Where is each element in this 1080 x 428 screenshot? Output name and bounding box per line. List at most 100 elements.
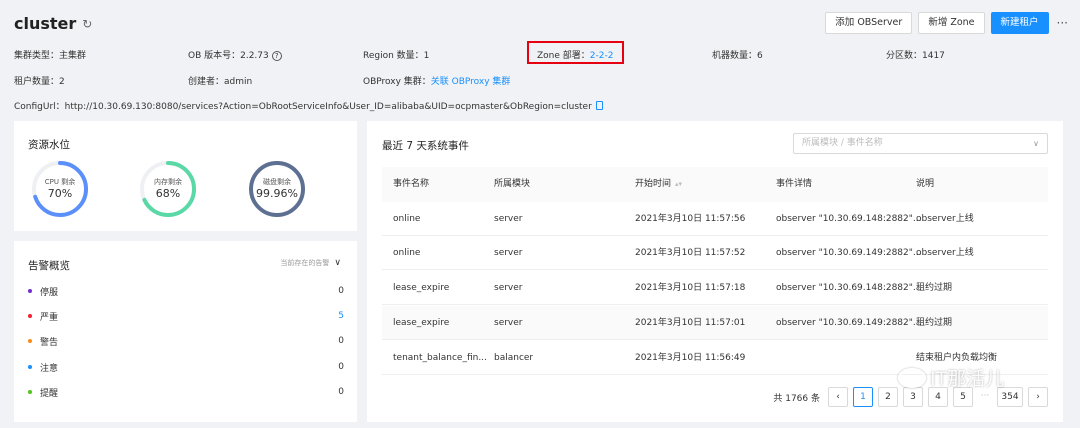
column-header-detail: 事件详情 [776,179,813,189]
page-button[interactable]: 2 [878,387,898,407]
alert-item[interactable]: 警告 0 [28,334,344,348]
obproxy-cluster: OBProxy 集群：关联 OBProxy 集群 [363,74,510,87]
cpu-gauge-label: CPU 剩余 [44,178,76,186]
page-button[interactable]: 1 [853,387,873,407]
disk-gauge: 磁盘剩余 99.96% [247,159,307,219]
event-description: 租约过期 [916,283,953,293]
alert-item[interactable]: 停服 0 [28,284,344,298]
event-name: online [393,214,421,224]
alert-dot [28,390,32,394]
event-module: server [494,283,523,293]
refresh-icon[interactable]: ↻ [82,17,92,31]
obproxy-link[interactable]: 关联 OBProxy 集群 [431,77,511,87]
event-description: 租约过期 [916,318,953,328]
event-search-placeholder: 所属模块 / 事件名称 [802,138,883,148]
cluster-header: cluster ↻ 添加 OBServer 新增 Zone 新建租户 ··· 集… [0,0,1080,118]
resource-title: 资源水位 [28,139,70,151]
event-detail: observer "10.30.69.149:2882"... [776,248,922,258]
config-url: ConfigUrl：http://10.30.69.130:8080/servi… [14,99,603,112]
disk-gauge-value: 99.96% [256,187,298,200]
alert-item[interactable]: 提醒 0 [28,385,344,399]
event-start-time: 2021年3月10日 11:56:49 [635,353,746,363]
alert-item-label: 严重 [40,312,59,323]
pagination-total: 共 1766 条 [773,393,820,404]
table-row[interactable]: online server 2021年3月10日 11:57:52 observ… [382,236,1048,270]
column-header-module: 所属模块 [494,179,531,189]
disk-gauge-label: 磁盘剩余 [263,178,291,186]
watermark: IT那活儿 [898,364,1004,391]
prev-page-button[interactable]: ‹ [828,387,848,407]
zone-highlight-box [527,41,624,64]
ob-version: OB 版本号：2.2.73? [188,48,282,61]
alert-dot [28,289,32,293]
events-title: 最近 7 天系统事件 [382,140,469,152]
table-row[interactable]: lease_expire server 2021年3月10日 11:57:18 … [382,271,1048,305]
event-module: server [494,214,523,224]
tenant-count: 租户数量：2 [14,77,65,87]
table-row[interactable]: lease_expire server 2021年3月10日 11:57:01 … [382,306,1048,340]
resource-card: 资源水位 CPU 剩余 70% 内存剩余 68% 磁盘剩余 99.96% [14,121,357,231]
alert-title: 告警概览 [28,260,70,272]
alert-item-count: 0 [338,387,344,397]
alert-filter[interactable]: 当前存在的告警 ∨ [280,258,341,268]
events-table-header: 事件名称 所属模块 开始时间 ▴▾ 事件详情 说明 [382,167,1048,202]
creator: 创建者：admin [188,77,253,87]
event-search-input[interactable]: 所属模块 / 事件名称 ∨ [793,133,1048,154]
alert-item-count[interactable]: 5 [338,311,344,321]
column-header-start-time[interactable]: 开始时间 ▴▾ [635,167,682,202]
cpu-gauge: CPU 剩余 70% [30,159,90,219]
ob-version-text: OB 版本号：2.2.73 [188,51,269,61]
alert-dot [28,339,32,343]
alert-item-label: 提醒 [40,388,59,399]
watermark-text: IT那活儿 [930,368,1005,390]
obproxy-label: OBProxy 集群： [363,77,431,87]
header-actions: 添加 OBServer 新增 Zone 新建租户 ··· [825,12,1070,34]
resource-gauges: CPU 剩余 70% 内存剩余 68% 磁盘剩余 99.96% [30,159,360,219]
alert-item-count: 0 [338,336,344,346]
alert-item-label: 警告 [40,337,59,348]
event-name: lease_expire [393,283,450,293]
memory-gauge-label: 内存剩余 [154,178,182,186]
memory-gauge-value: 68% [155,187,181,200]
cpu-gauge-value: 70% [47,187,73,200]
chevron-down-icon: ∨ [334,258,341,268]
new-tenant-button[interactable]: 新建租户 [990,12,1049,34]
column-header-description: 说明 [916,179,935,189]
event-start-time: 2021年3月10日 11:57:52 [635,248,746,258]
event-module: server [494,318,523,328]
sort-icon[interactable]: ▴▾ [675,180,682,188]
alert-item-label: 停服 [40,287,59,298]
event-start-time: 2021年3月10日 11:57:56 [635,214,746,224]
column-header-event-name: 事件名称 [393,179,430,189]
partition-count: 分区数：1417 [886,51,945,61]
start-time-header-label: 开始时间 [635,179,672,189]
event-detail: observer "10.30.69.148:2882"... [776,283,922,293]
help-icon[interactable]: ? [271,51,282,61]
alert-item-label: 注意 [40,363,59,374]
more-icon[interactable]: ··· [1055,16,1070,30]
region-count: Region 数量：1 [363,51,430,61]
wechat-icon [898,367,926,388]
alert-filter-label: 当前存在的告警 [280,259,330,267]
alert-item[interactable]: 严重 5 [28,309,344,323]
config-url-text: ConfigUrl：http://10.30.69.130:8080/servi… [14,102,592,112]
add-observer-button[interactable]: 添加 OBServer [825,12,913,34]
page-title: cluster ↻ [14,14,92,33]
add-zone-button[interactable]: 新增 Zone [918,12,985,34]
memory-gauge: 内存剩余 68% [138,159,198,219]
copy-icon[interactable] [595,101,603,110]
alert-item-count: 0 [338,286,344,296]
chevron-down-icon: ∨ [1033,139,1039,148]
alert-item[interactable]: 注意 0 [28,360,344,374]
next-page-button[interactable]: › [1028,387,1048,407]
cluster-type: 集群类型：主集群 [14,51,87,61]
event-description: observer上线 [916,248,974,258]
alert-item-count: 0 [338,362,344,372]
machine-count: 机器数量：6 [712,51,763,61]
event-description: observer上线 [916,214,974,224]
event-detail: observer "10.30.69.149:2882"... [776,318,922,328]
table-row[interactable]: online server 2021年3月10日 11:57:56 observ… [382,202,1048,236]
event-name: lease_expire [393,318,450,328]
cluster-name: cluster [14,14,77,33]
alert-dot [28,314,32,318]
